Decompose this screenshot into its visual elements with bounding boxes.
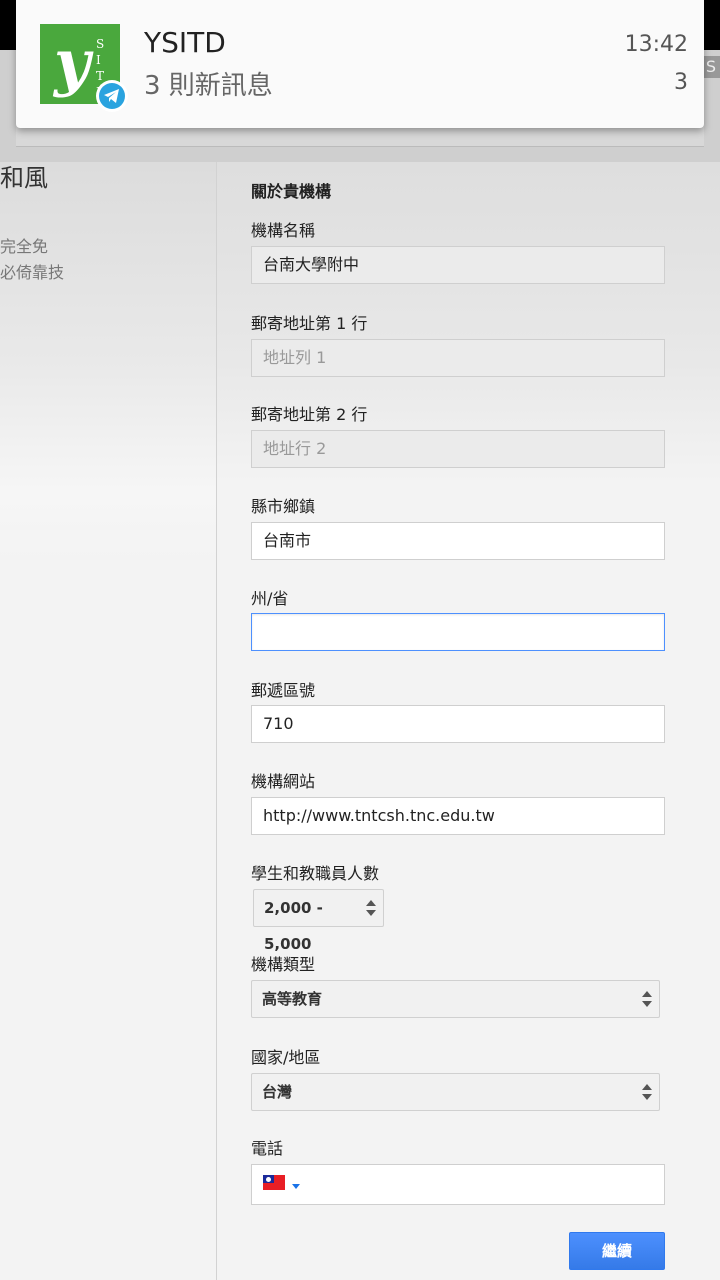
app-bar-edge-label: S xyxy=(702,56,720,78)
org-type-select-value: 高等教育 xyxy=(262,990,323,1008)
notification-time: 13:42 xyxy=(624,32,688,57)
org-name-field[interactable]: 台南大學附中 xyxy=(251,246,665,284)
org-type-select[interactable]: 高等教育 xyxy=(251,980,660,1018)
postal-label: 郵遞區號 xyxy=(251,681,316,700)
notification-card[interactable]: y S I T D YSITD 3 則新訊息 13:42 3 xyxy=(16,0,704,128)
state-label: 州/省 xyxy=(251,589,289,608)
postal-field[interactable]: 710 xyxy=(251,705,665,743)
state-field[interactable] xyxy=(251,613,665,651)
address2-field[interactable]: 地址行 2 xyxy=(251,430,665,468)
address1-label: 郵寄地址第 1 行 xyxy=(251,314,368,333)
size-select[interactable]: 2,000 - 5,000 xyxy=(253,889,384,953)
left-column xyxy=(0,162,216,1280)
app-icon-letter: y xyxy=(54,26,91,99)
telegram-icon xyxy=(104,89,119,103)
left-text-line-2: 必倚靠技 xyxy=(0,263,65,282)
phone-field[interactable] xyxy=(251,1164,665,1205)
city-field[interactable]: 台南市 xyxy=(251,522,665,560)
notification-count: 3 xyxy=(674,70,688,95)
city-label: 縣市鄉鎮 xyxy=(251,497,316,516)
left-title: 和風 xyxy=(0,164,48,192)
country-select-value: 台灣 xyxy=(262,1083,293,1101)
telegram-badge xyxy=(96,80,128,112)
taiwan-flag-icon[interactable] xyxy=(263,1175,285,1190)
notification-title: YSITD xyxy=(144,26,226,59)
website-label: 機構網站 xyxy=(251,772,316,791)
section-title: 關於貴機構 xyxy=(251,182,332,201)
notification-message: 3 則新訊息 xyxy=(144,71,273,101)
website-field[interactable]: http://www.tntcsh.tnc.edu.tw xyxy=(251,797,665,835)
address1-field[interactable]: 地址列 1 xyxy=(251,339,665,377)
left-text-line-1: 完全免 xyxy=(0,237,49,256)
size-label: 學生和教職員人數 xyxy=(251,864,380,883)
org-type-label: 機構類型 xyxy=(251,955,316,974)
select-arrows-icon xyxy=(642,991,652,1009)
select-arrows-icon xyxy=(366,900,376,918)
country-label: 國家/地區 xyxy=(251,1048,321,1067)
chevron-down-icon[interactable] xyxy=(292,1184,300,1189)
continue-button[interactable]: 繼續 xyxy=(569,1232,665,1270)
address2-label: 郵寄地址第 2 行 xyxy=(251,405,368,424)
org-name-label: 機構名稱 xyxy=(251,221,316,240)
phone-label: 電話 xyxy=(251,1139,284,1158)
country-select[interactable]: 台灣 xyxy=(251,1073,660,1111)
select-arrows-icon xyxy=(642,1084,652,1102)
